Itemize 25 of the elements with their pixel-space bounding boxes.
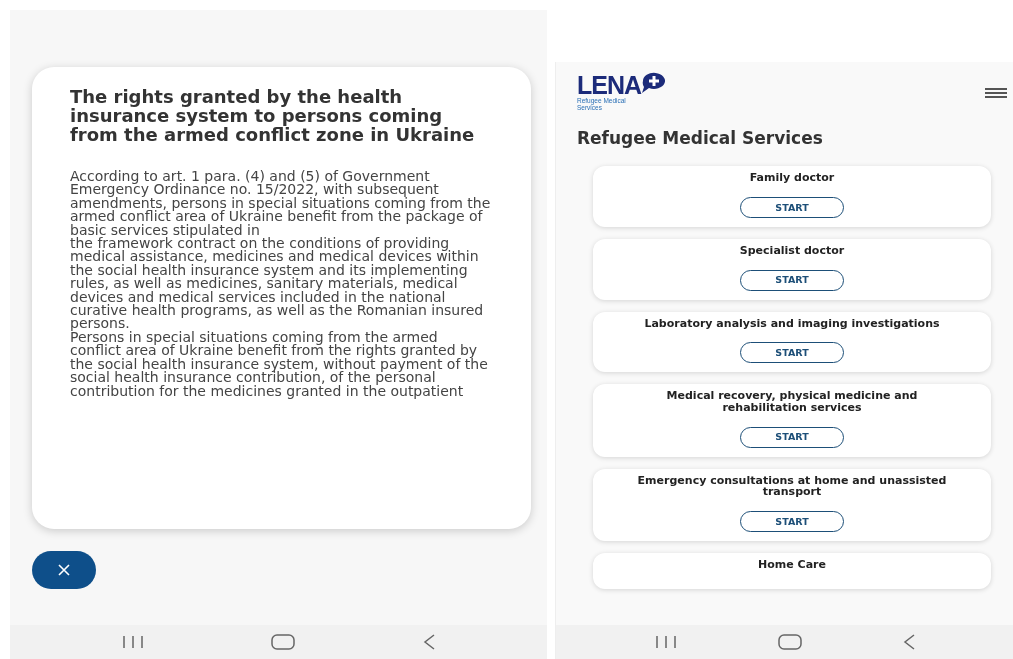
home-icon[interactable] — [777, 634, 802, 650]
start-button[interactable]: START — [740, 269, 844, 291]
recent-apps-icon[interactable] — [121, 635, 144, 649]
service-title: Laboratory analysis and imaging investigations — [643, 317, 941, 329]
service-title: Specialist doctor — [738, 244, 846, 257]
close-icon — [56, 564, 72, 576]
service-title: Family doctor — [748, 172, 836, 184]
logo-wordmark: LENA — [577, 73, 642, 98]
menu-icon — [985, 86, 1007, 99]
start-button[interactable]: START — [740, 426, 844, 448]
close-button[interactable] — [32, 551, 96, 589]
dialog-paragraph: According to art. 1 para. (4) and (5) of Government Emergency Ordinance no. 15/2022, with subsequent amendments, persons in special situations coming from the armed conflict area of Ukraine benefit from the package of basic services stipulated in the framework contract on the conditions of providing medical assistance, medicines and medical devices within the social health insurance system and its implementing rules, as well as medicines, sanitary materials, medical devices and medical services included in the national curative health programs, as well as the Romanian insured persons. — [70, 170, 492, 331]
page-heading: Refugee Medical Services — [577, 127, 824, 148]
back-icon[interactable] — [902, 634, 915, 650]
back-icon[interactable] — [423, 634, 436, 650]
home-icon[interactable] — [271, 634, 296, 650]
service-title: Medical recovery, physical medicine and rehabilitation services — [665, 390, 919, 414]
dialog-paragraph: Persons in special situations coming from the armed conflict area of Ukraine benefit from the rights granted by the social health insurance system, without payment of the social health insurance contribution, of the personal contribution for the medicines granted in the outpatient — [70, 330, 489, 398]
dialog-title: The rights granted by the health insurance system to persons coming from the armed conflict zone in Ukraine — [70, 87, 476, 144]
start-button[interactable]: START — [740, 196, 844, 218]
service-title: Home Care — [757, 558, 827, 571]
service-title: Emergency consultations at home and unassisted transport — [636, 474, 948, 498]
start-button[interactable]: START — [740, 342, 844, 364]
start-button[interactable]: START — [740, 510, 844, 532]
recent-apps-icon[interactable] — [654, 635, 677, 649]
